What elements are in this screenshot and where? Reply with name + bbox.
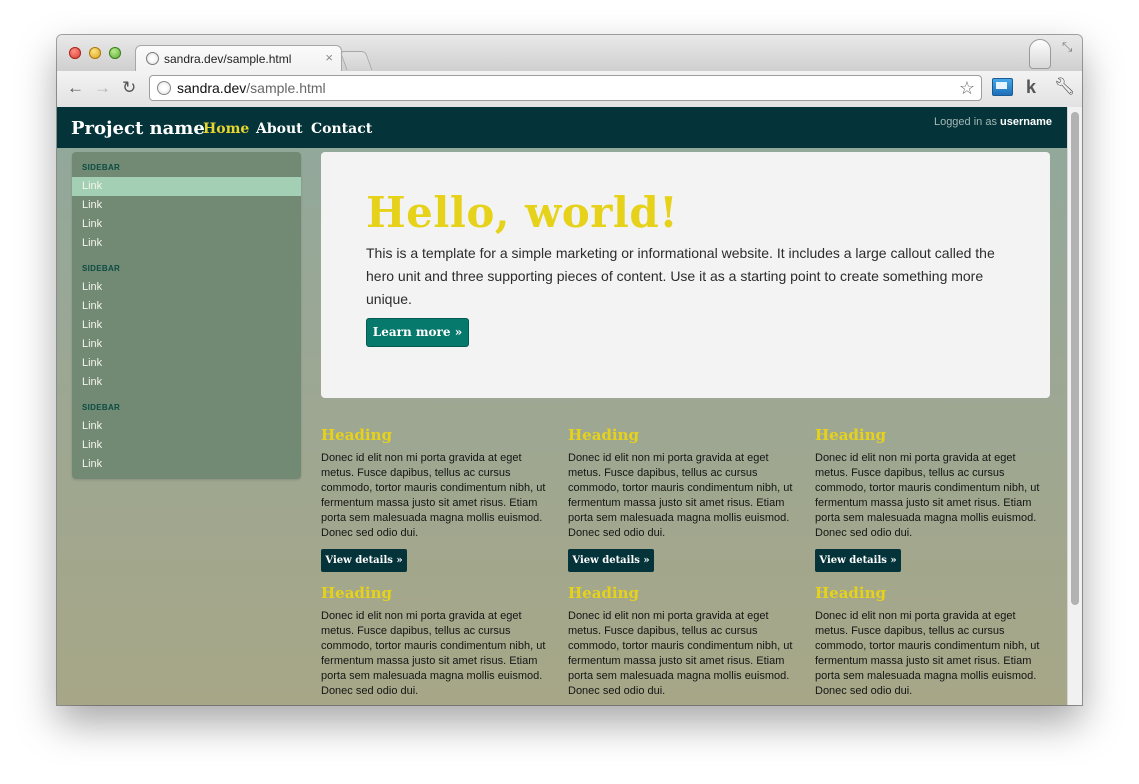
title-bar: sandra.dev/sample.html × ⤡: [57, 35, 1082, 72]
nav-link-about[interactable]: About: [256, 121, 303, 137]
hero-unit: Hello, world! This is a template for a s…: [321, 152, 1050, 398]
new-tab-button[interactable]: [339, 51, 373, 70]
sidebar-link[interactable]: Link: [72, 417, 301, 436]
sidebar-header: SIDEBAR: [82, 163, 121, 172]
close-icon[interactable]: ×: [325, 50, 333, 65]
sidebar-link[interactable]: Link: [72, 455, 301, 474]
content-card: Heading Donec id elit non mi porta gravi…: [321, 423, 551, 572]
sidebar-link[interactable]: Link: [72, 177, 301, 196]
browser-toolbar: ← → ↻ sandra.dev/sample.html ☆ k 🔧︎: [57, 71, 1082, 108]
browser-window: sandra.dev/sample.html × ⤡ ← → ↻ sandra.…: [57, 35, 1082, 705]
sidebar-link[interactable]: Link: [72, 215, 301, 234]
content-card: Heading Donec id elit non mi porta gravi…: [815, 581, 1045, 699]
card-text: Donec id elit non mi porta gravida at eg…: [568, 452, 793, 539]
tab-title: sandra.dev/sample.html: [164, 52, 292, 66]
sidebar-link[interactable]: Link: [72, 436, 301, 455]
login-status: Logged in as username: [934, 116, 1052, 128]
sidebar-link[interactable]: Link: [72, 196, 301, 215]
browser-tab[interactable]: sandra.dev/sample.html ×: [135, 45, 342, 72]
view-details-button[interactable]: View details »: [568, 549, 654, 572]
close-window-button[interactable]: [69, 47, 81, 59]
sidebar: SIDEBAR Link Link Link Link SIDEBAR Link…: [72, 152, 301, 479]
sidebar-link[interactable]: Link: [72, 373, 301, 392]
card-heading: Heading: [321, 584, 393, 602]
card-heading: Heading: [321, 426, 393, 444]
extension-icon[interactable]: [992, 78, 1013, 96]
nav-link-home[interactable]: Home: [203, 121, 249, 137]
card-heading: Heading: [568, 584, 640, 602]
star-icon[interactable]: ☆: [959, 78, 975, 99]
reload-icon[interactable]: ↻: [122, 79, 136, 97]
profile-icon[interactable]: [1029, 39, 1051, 69]
sidebar-header: SIDEBAR: [82, 403, 121, 412]
wrench-icon[interactable]: 🔧︎: [1054, 77, 1076, 97]
card-text: Donec id elit non mi porta gravida at eg…: [568, 610, 793, 697]
content-card: Heading Donec id elit non mi porta gravi…: [568, 581, 798, 699]
sidebar-link[interactable]: Link: [72, 316, 301, 335]
card-heading: Heading: [815, 584, 887, 602]
card-text: Donec id elit non mi porta gravida at eg…: [321, 452, 546, 539]
zoom-window-button[interactable]: [109, 47, 121, 59]
address-bar[interactable]: sandra.dev/sample.html ☆: [149, 75, 982, 101]
globe-icon: [157, 81, 171, 95]
card-text: Donec id elit non mi porta gravida at eg…: [321, 610, 546, 697]
sidebar-header: SIDEBAR: [82, 264, 121, 273]
page-viewport: Project name Home About Contact Logged i…: [57, 107, 1082, 705]
fullscreen-icon[interactable]: ⤡: [1062, 39, 1072, 55]
card-heading: Heading: [815, 426, 887, 444]
url-text: sandra.dev/sample.html: [177, 80, 326, 96]
hero-text: This is a template for a simple marketin…: [366, 245, 995, 307]
globe-icon: [146, 52, 159, 65]
view-details-button[interactable]: View details »: [815, 549, 901, 572]
sidebar-link[interactable]: Link: [72, 335, 301, 354]
top-navbar: Project name Home About Contact Logged i…: [57, 107, 1067, 148]
forward-arrow-icon[interactable]: →: [94, 79, 111, 97]
card-text: Donec id elit non mi porta gravida at eg…: [815, 452, 1040, 539]
sidebar-link[interactable]: Link: [72, 297, 301, 316]
card-heading: Heading: [568, 426, 640, 444]
card-text: Donec id elit non mi porta gravida at eg…: [815, 610, 1040, 697]
sidebar-link[interactable]: Link: [72, 354, 301, 373]
vertical-scrollbar[interactable]: [1067, 107, 1082, 705]
brand-link[interactable]: Project name: [71, 118, 205, 139]
url-host: sandra.dev: [177, 80, 247, 96]
sidebar-link[interactable]: Link: [72, 234, 301, 253]
content-card: Heading Donec id elit non mi porta gravi…: [815, 423, 1045, 572]
learn-more-button[interactable]: Learn more »: [366, 318, 469, 347]
sidebar-link[interactable]: Link: [72, 278, 301, 297]
hero-title: Hello, world!: [366, 188, 679, 237]
content-card: Heading Donec id elit non mi porta gravi…: [321, 581, 551, 699]
scrollbar-thumb[interactable]: [1071, 112, 1079, 605]
login-prefix: Logged in as: [933, 116, 997, 128]
nav-link-contact[interactable]: Contact: [311, 121, 372, 137]
username-link[interactable]: username: [1000, 116, 1052, 128]
back-arrow-icon[interactable]: ←: [67, 79, 84, 97]
minimize-window-button[interactable]: [89, 47, 101, 59]
content-card: Heading Donec id elit non mi porta gravi…: [568, 423, 798, 572]
k-icon[interactable]: k: [1026, 77, 1036, 98]
url-path: /sample.html: [246, 80, 326, 96]
view-details-button[interactable]: View details »: [321, 549, 407, 572]
